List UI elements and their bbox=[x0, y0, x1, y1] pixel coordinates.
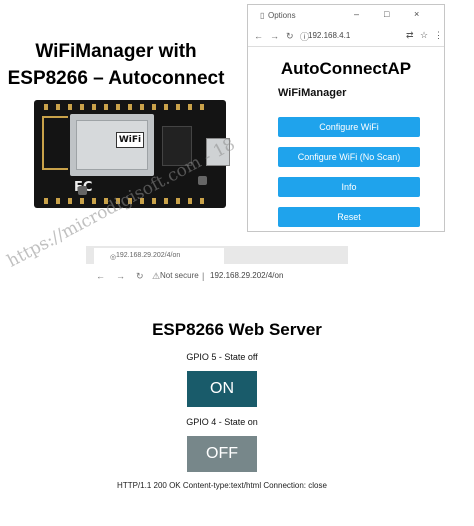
headline-line-2: ESP8266 – Autoconnect bbox=[7, 68, 225, 89]
back-icon[interactable]: ← bbox=[254, 31, 263, 41]
browser-tab[interactable]: ◎ 192.168.29.202/4/on bbox=[94, 248, 224, 264]
pcb-antenna bbox=[42, 116, 68, 170]
url-text[interactable]: 192.168.29.202/4/on bbox=[210, 271, 283, 280]
headline-line-1: WiFiManager with bbox=[35, 41, 197, 62]
web-server-title: ESP8266 Web Server bbox=[152, 320, 322, 339]
wifi-logo: WiFi bbox=[116, 132, 144, 148]
configure-wifi-button[interactable]: Configure WiFi bbox=[278, 117, 420, 137]
info-button[interactable]: Info bbox=[278, 177, 420, 197]
flash-button bbox=[78, 186, 87, 195]
wifi-module: WiFi bbox=[70, 114, 154, 176]
translate-icon[interactable]: ⇄ bbox=[406, 30, 414, 41]
headline: WiFiManager with ESP8266 – Autoconnect bbox=[0, 38, 232, 92]
maximize-icon[interactable]: □ bbox=[384, 9, 389, 19]
ap-title: AutoConnectAP bbox=[280, 59, 412, 78]
tab-title[interactable]: Options bbox=[268, 11, 296, 20]
gpio5-on-button[interactable]: ON bbox=[187, 371, 257, 407]
gpio5-state-label: GPIO 5 - State off bbox=[186, 352, 258, 362]
separator: | bbox=[202, 271, 205, 281]
micro-usb-port bbox=[206, 138, 230, 166]
reload-icon[interactable]: ↻ bbox=[136, 271, 144, 282]
autoconnect-browser-window: ▯ Options – □ × ← → ↻ ⓘ 192.168.4.1 ⇄ ☆ … bbox=[247, 4, 445, 232]
minimize-icon[interactable]: – bbox=[354, 9, 359, 19]
reset-button bbox=[198, 176, 207, 185]
menu-icon[interactable]: ⋮ bbox=[434, 30, 443, 41]
tab-strip: ◎ 192.168.29.202/4/on bbox=[86, 246, 348, 264]
page-icon: ▯ bbox=[260, 11, 265, 20]
globe-icon: ◎ bbox=[110, 254, 117, 261]
tab-title: 192.168.29.202/4/on bbox=[116, 252, 181, 259]
configure-wifi-no-scan-button[interactable]: Configure WiFi (No Scan) bbox=[278, 147, 420, 167]
header-pins-bottom bbox=[44, 198, 204, 204]
http-response-text: HTTP/1.1 200 OK Content-type:text/html C… bbox=[117, 481, 327, 490]
address-bar: ← → ↻ ⓘ 192.168.4.1 ⇄ ☆ ⋮ bbox=[248, 25, 444, 47]
reset-button[interactable]: Reset bbox=[278, 207, 420, 227]
bookmark-icon[interactable]: ☆ bbox=[420, 30, 428, 41]
forward-icon[interactable]: → bbox=[270, 31, 279, 41]
reload-icon[interactable]: ↻ bbox=[286, 31, 294, 42]
header-pins-top bbox=[44, 104, 204, 110]
esp8266-board-image: WiFi FC bbox=[34, 100, 230, 208]
address-bar: ← → ↻ ⚠ Not secure | 192.168.29.202/4/on bbox=[86, 264, 348, 288]
forward-icon[interactable]: → bbox=[116, 271, 125, 281]
not-secure-label[interactable]: Not secure bbox=[160, 271, 199, 280]
page-content: AutoConnectAP WiFiManager bbox=[248, 47, 444, 99]
usb-serial-chip bbox=[162, 126, 192, 166]
close-icon[interactable]: × bbox=[414, 9, 419, 19]
back-icon[interactable]: ← bbox=[96, 271, 105, 281]
warning-icon[interactable]: ⚠ bbox=[152, 271, 160, 282]
title-bar: ▯ Options – □ × bbox=[248, 5, 444, 25]
webserver-browser-window: ◎ 192.168.29.202/4/on ← → ↻ ⚠ Not secure… bbox=[86, 246, 348, 288]
gpio4-off-button[interactable]: OFF bbox=[187, 436, 257, 472]
url-text[interactable]: 192.168.4.1 bbox=[308, 31, 350, 40]
gpio4-state-label: GPIO 4 - State on bbox=[186, 417, 258, 427]
wifimanager-label: WiFiManager bbox=[278, 87, 347, 99]
